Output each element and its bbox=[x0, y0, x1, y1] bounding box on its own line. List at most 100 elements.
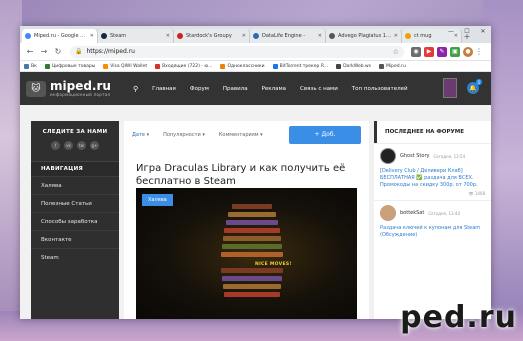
game-caption: NICE MOVES! bbox=[255, 262, 292, 267]
tab-close-icon[interactable]: ✕ bbox=[318, 33, 322, 39]
sidebar-item-earning[interactable]: Способы заработка bbox=[31, 212, 119, 230]
bookmark-item[interactable]: DarkWeb.ws bbox=[336, 63, 371, 69]
nav-item-ads[interactable]: Реклама bbox=[262, 86, 286, 92]
cat-logo-icon[interactable]: 🐱 bbox=[26, 80, 46, 97]
nav-item-forum[interactable]: Форум bbox=[190, 86, 209, 92]
back-icon[interactable]: ← bbox=[24, 46, 36, 58]
tab-close-icon[interactable]: ✕ bbox=[394, 33, 398, 39]
twitter-icon[interactable]: tw bbox=[77, 141, 86, 150]
sidebar-item-freebies[interactable]: Халява bbox=[31, 176, 119, 194]
bookmark-favicon-icon bbox=[155, 63, 161, 69]
filter-label: Популярности bbox=[163, 131, 201, 138]
bookmark-item[interactable]: Miped.ru bbox=[379, 63, 406, 69]
browser-tab[interactable]: Stardock's Groupy ✕ bbox=[174, 29, 250, 43]
avatar[interactable] bbox=[380, 148, 396, 164]
bookmark-item[interactable]: Вк bbox=[24, 63, 37, 69]
nav-item-contact[interactable]: Связь с нами bbox=[300, 86, 338, 92]
reload-icon[interactable]: ↻ bbox=[52, 46, 64, 58]
post-link[interactable]: Раздача ключей к купонам для Steam (Обсу… bbox=[380, 225, 485, 239]
post-link[interactable]: [Delivery Club / Деливери Клаб] БЕСПЛАТН… bbox=[380, 168, 485, 189]
post-time: Сегодня, 13:44 bbox=[428, 210, 460, 216]
post-username[interactable]: bottekSat bbox=[400, 210, 424, 216]
maximize-icon[interactable]: ☐ bbox=[459, 26, 475, 37]
tab-favicon-icon bbox=[177, 33, 183, 39]
bookmark-star-icon[interactable]: ☆ bbox=[393, 48, 399, 56]
extension-icon[interactable]: ◉ bbox=[411, 46, 421, 57]
forward-icon[interactable]: → bbox=[38, 46, 50, 58]
nav-item-home[interactable]: Главная bbox=[152, 86, 176, 92]
sidebar-item-steam[interactable]: Steam bbox=[31, 248, 119, 266]
bookmark-item[interactable]: Цифровые товары bbox=[44, 63, 95, 69]
chevron-down-icon: ▾ bbox=[260, 131, 263, 138]
bookmark-favicon-icon bbox=[220, 63, 226, 69]
bookmark-item[interactable]: Одноклассники bbox=[220, 63, 265, 69]
extension-icon[interactable]: ▶ bbox=[424, 46, 434, 57]
tab-bar: Miped.ru - Google Chr ✕ Steam ✕ Stardock… bbox=[20, 26, 491, 43]
sort-by-comments[interactable]: Комментариям ▾ bbox=[219, 132, 263, 138]
sort-by-popularity[interactable]: Популярности ▾ bbox=[163, 132, 205, 138]
shelf-graphic bbox=[223, 284, 281, 289]
forum-post: bottekSat Сегодня, 13:44 Раздача ключей … bbox=[374, 200, 491, 243]
avatar[interactable] bbox=[443, 78, 457, 98]
tab-favicon-icon bbox=[253, 33, 259, 39]
shelf-graphic bbox=[221, 268, 283, 273]
bookmark-label: Visa QIWI Wallet bbox=[110, 63, 148, 69]
tab-label: Stardock's Groupy bbox=[186, 33, 232, 39]
tab-close-icon[interactable]: ✕ bbox=[90, 33, 94, 39]
tab-close-icon[interactable]: ✕ bbox=[166, 33, 170, 39]
menu-icon[interactable]: ⋮ bbox=[473, 46, 485, 58]
bookmark-favicon-icon bbox=[44, 63, 50, 69]
add-post-button[interactable]: + Доб. bbox=[289, 125, 361, 144]
social-links: f vk tw g+ bbox=[31, 141, 119, 150]
url-input[interactable] bbox=[86, 48, 393, 55]
sort-by-date[interactable]: Дате ▾ bbox=[132, 132, 149, 138]
browser-tab[interactable]: Miped.ru - Google Chr ✕ bbox=[22, 29, 98, 43]
bookmark-item[interactable]: Visa QIWI Wallet bbox=[103, 63, 148, 69]
search-icon[interactable]: ⚲ bbox=[133, 85, 138, 93]
browser-tab[interactable]: DataLife Engine - ✕ bbox=[250, 29, 326, 43]
browser-tab[interactable]: Advego Plagiatus 1.3.5.2 ✕ bbox=[326, 29, 402, 43]
tab-favicon-icon bbox=[329, 33, 335, 39]
chevron-down-icon: ▾ bbox=[202, 131, 205, 138]
profile-avatar[interactable]: ● bbox=[463, 46, 473, 57]
facebook-icon[interactable]: f bbox=[51, 141, 60, 150]
sidebar-item-useful-articles[interactable]: Полезные Статьи bbox=[31, 194, 119, 212]
bookmark-label: Одноклассники bbox=[227, 63, 265, 69]
vk-icon[interactable]: vk bbox=[64, 141, 73, 150]
sidebar-item-vkontakte[interactable]: Вконтакте bbox=[31, 230, 119, 248]
post-username[interactable]: Ghost Story bbox=[400, 153, 429, 159]
tab-favicon-icon bbox=[101, 33, 107, 39]
bell-icon[interactable]: 🔔 1 bbox=[467, 79, 482, 94]
shelf-graphic bbox=[222, 244, 282, 249]
bookmark-item[interactable]: BitTorrent трекер R... bbox=[272, 63, 328, 69]
main-content: Дате ▾ Популярности ▾ Комментариям ▾ + Д… bbox=[124, 121, 369, 319]
article-image[interactable]: Халява NICE MOVES! bbox=[136, 188, 357, 319]
tab-close-icon[interactable]: ✕ bbox=[242, 33, 246, 39]
post-user: Ghost Story Сегодня, 13:54 bbox=[380, 148, 485, 164]
google-plus-icon[interactable]: g+ bbox=[90, 141, 99, 150]
bookmark-favicon-icon bbox=[103, 63, 109, 69]
omnibox[interactable]: 🔒 ☆ bbox=[70, 45, 404, 58]
browser-tab[interactable]: Steam ✕ bbox=[98, 29, 174, 43]
watermark: ped.ru bbox=[400, 300, 517, 335]
bookmark-favicon-icon bbox=[24, 63, 29, 69]
tab-label: DataLife Engine - bbox=[262, 33, 306, 39]
bookmark-label: Miped.ru bbox=[386, 63, 406, 69]
bookmark-item[interactable]: Входящие (722) - ю... bbox=[155, 63, 212, 69]
shelf-graphic bbox=[228, 212, 276, 217]
tab-label: Advego Plagiatus 1.3.5.2 bbox=[338, 33, 392, 39]
bookmarks-bar: Вк Цифровые товары Visa QIWI Wallet Вход… bbox=[20, 61, 491, 72]
site-page: 🐱 miped.ru информационный портал ⚲ Главн… bbox=[20, 72, 491, 319]
site-logo[interactable]: miped.ru информационный портал bbox=[50, 80, 111, 97]
category-badge[interactable]: Халява bbox=[142, 194, 173, 206]
extension-icon[interactable]: ✎ bbox=[437, 46, 447, 57]
game-scene-graphic bbox=[216, 202, 286, 302]
extension-icon[interactable]: ▣ bbox=[450, 46, 460, 57]
minimize-icon[interactable]: — bbox=[443, 26, 459, 37]
nav-item-rules[interactable]: Правила bbox=[223, 86, 248, 92]
nav-item-top-users[interactable]: Топ пользователей bbox=[352, 86, 408, 92]
article-title[interactable]: Игра Draculas Library и как получить её … bbox=[124, 148, 369, 188]
close-icon[interactable]: ✕ bbox=[475, 26, 491, 37]
filter-label: Дате bbox=[132, 131, 145, 138]
avatar[interactable] bbox=[380, 205, 396, 221]
